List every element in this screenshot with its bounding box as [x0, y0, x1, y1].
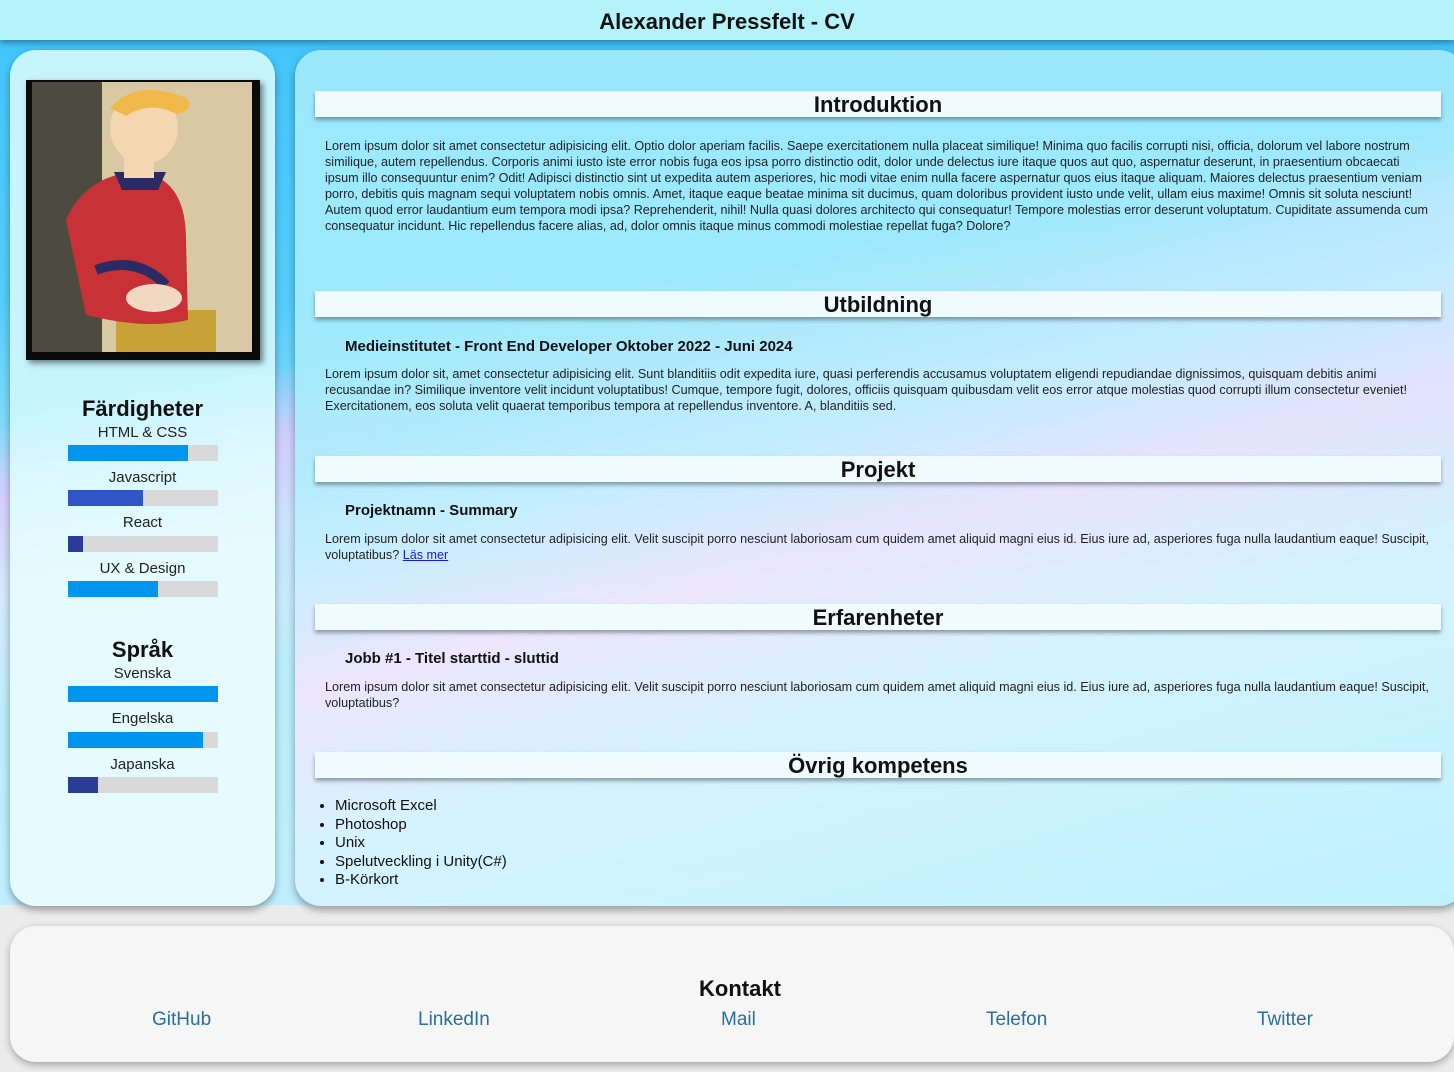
list-item: Unix	[335, 834, 507, 853]
skill-label-ux-design: UX & Design	[99, 560, 186, 577]
language-bar-fill	[68, 777, 98, 793]
github-link[interactable]: GitHub	[152, 1009, 211, 1031]
twitter-link[interactable]: Twitter	[1257, 1009, 1313, 1031]
page-header: Alexander Pressfelt - CV	[0, 0, 1454, 40]
section-title-erfarenheter: Erfarenheter	[315, 604, 1441, 630]
language-bar-engelska	[68, 732, 218, 748]
phone-link[interactable]: Telefon	[986, 1009, 1047, 1031]
competence-list: Microsoft Excel Photoshop Unix Spelutvec…	[315, 797, 507, 890]
contact-footer: Kontakt GitHub LinkedIn Mail Telefon Twi…	[10, 926, 1454, 1062]
project-entry-title: Projektnamn - Summary	[345, 502, 518, 519]
linkedin-link[interactable]: LinkedIn	[418, 1009, 490, 1031]
read-more-link[interactable]: Läs mer	[403, 548, 449, 562]
mail-link[interactable]: Mail	[721, 1009, 756, 1031]
profile-photo	[26, 80, 260, 360]
languages-title: Språk	[111, 637, 174, 662]
intro-text: Lorem ipsum dolor sit amet consectetur a…	[325, 139, 1429, 233]
education-entry-title: Medieinstitutet - Front End Developer Ok…	[345, 338, 793, 355]
list-item: Spelutveckling i Unity(C#)	[335, 853, 507, 872]
language-bar-svenska	[68, 686, 218, 702]
section-title-ovrig-kompetens: Övrig kompetens	[315, 752, 1441, 778]
list-item: Photoshop	[335, 816, 507, 835]
skill-bar-fill	[68, 490, 143, 506]
list-item: Microsoft Excel	[335, 797, 507, 816]
language-bar-japanska	[68, 777, 218, 793]
skill-label-react: React	[122, 514, 163, 531]
skill-bar-ux-design	[68, 581, 218, 597]
skills-title: Färdigheter	[81, 396, 204, 421]
section-title-projekt: Projekt	[315, 456, 1441, 482]
contact-title: Kontakt	[699, 976, 781, 1001]
skill-bar-fill	[68, 581, 158, 597]
language-bar-fill	[68, 686, 218, 702]
section-title-utbildning: Utbildning	[315, 291, 1441, 317]
language-label-engelska: Engelska	[111, 710, 174, 727]
skill-bar-react	[68, 536, 218, 552]
section-title-introduktion: Introduktion	[315, 91, 1441, 117]
sidebar: Färdigheter HTML & CSS Javascript React …	[10, 50, 275, 906]
experience-text: Lorem ipsum dolor sit amet consectetur a…	[325, 680, 1429, 710]
profile-illustration	[32, 82, 252, 352]
language-bar-fill	[68, 732, 203, 748]
skill-label-html-css: HTML & CSS	[97, 424, 188, 441]
skill-bar-fill	[68, 445, 188, 461]
skill-bar-html-css	[68, 445, 218, 461]
cv-main-panel: Introduktion Lorem ipsum dolor sit amet …	[295, 50, 1454, 906]
page-title: Alexander Pressfelt - CV	[599, 9, 855, 34]
skill-bar-fill	[68, 536, 83, 552]
skill-label-javascript: Javascript	[108, 469, 177, 486]
skill-bar-javascript	[68, 490, 218, 506]
language-label-japanska: Japanska	[110, 756, 175, 773]
experience-entry-title: Jobb #1 - Titel starttid - sluttid	[345, 650, 559, 667]
language-label-svenska: Svenska	[113, 665, 172, 682]
education-text: Lorem ipsum dolor sit, amet consectetur …	[325, 367, 1408, 413]
project-text-block: Lorem ipsum dolor sit amet consectetur a…	[325, 531, 1430, 563]
list-item: B-Körkort	[335, 871, 507, 890]
project-text: Lorem ipsum dolor sit amet consectetur a…	[325, 532, 1429, 562]
